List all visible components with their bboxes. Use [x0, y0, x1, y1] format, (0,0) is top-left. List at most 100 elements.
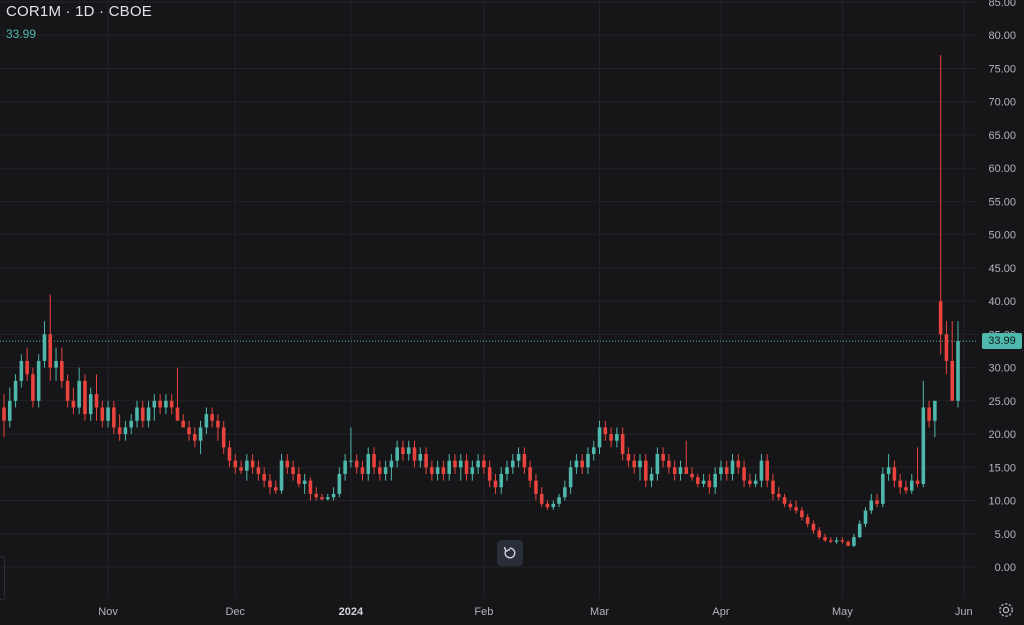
candle: [83, 374, 87, 421]
candle-body: [146, 407, 151, 421]
candle-body: [198, 427, 203, 441]
candle: [626, 447, 631, 468]
price-axis: 85.00 80.00 75.00 70.00 65.00 60.00 55.00 50.00…: [988, 0, 1016, 574]
candle-body: [609, 434, 613, 441]
candle: [713, 467, 717, 494]
candle: [933, 400, 937, 438]
candle: [250, 454, 255, 474]
candle-body: [557, 497, 561, 504]
candle-body: [574, 460, 579, 468]
candle-body: [325, 497, 330, 500]
candle: [545, 500, 550, 510]
candle: [441, 460, 446, 481]
chart-settings-button[interactable]: [996, 600, 1016, 620]
candle-body: [597, 427, 602, 448]
y-tick-label: 65.00: [988, 130, 1016, 142]
candle: [724, 460, 729, 481]
candle: [360, 460, 365, 481]
candle: [834, 537, 839, 544]
y-tick-label: 25.00: [988, 396, 1016, 408]
candle: [123, 420, 128, 441]
candle-body: [516, 454, 521, 461]
candle-body: [511, 460, 515, 468]
candle: [563, 480, 567, 501]
candle-body: [441, 467, 446, 474]
candle: [516, 447, 521, 468]
candle-body: [262, 473, 266, 481]
y-tick-label: 15.00: [988, 462, 1016, 474]
candle: [643, 454, 648, 488]
candlestick-chart[interactable]: 85.00 80.00 75.00 70.00 65.00 60.00 55.00 50.00…: [0, 0, 1024, 623]
candle: [297, 467, 301, 488]
candle: [852, 533, 856, 548]
candle: [476, 454, 480, 474]
candle-body: [245, 460, 249, 471]
candle-body: [724, 467, 729, 474]
candle-body: [372, 454, 376, 468]
candle-body: [730, 460, 735, 474]
candle: [65, 374, 70, 408]
candle: [829, 537, 833, 544]
candle: [164, 394, 168, 415]
candle-body: [528, 467, 532, 481]
candle: [383, 460, 388, 481]
candle: [158, 394, 162, 415]
candle-body: [875, 500, 879, 504]
candle-body: [424, 454, 428, 468]
candle: [389, 454, 394, 481]
candle-body: [204, 414, 209, 428]
candle: [418, 447, 423, 468]
candle-body: [846, 541, 850, 546]
candle: [580, 454, 584, 474]
left-scroll-handle[interactable]: [0, 556, 5, 600]
y-tick-label: 5.00: [995, 529, 1016, 541]
candle: [175, 367, 180, 421]
candle: [823, 533, 827, 542]
candle-body: [742, 467, 746, 481]
candle-body: [117, 427, 122, 435]
x-tick-label: Feb: [474, 606, 493, 618]
candle-body: [800, 510, 804, 518]
candle: [36, 354, 41, 408]
candle-body: [435, 467, 440, 474]
candle-body: [545, 503, 550, 508]
symbol-title[interactable]: COR1M · 1D · CBOE: [6, 3, 152, 20]
candle-body: [915, 480, 920, 484]
candle-body: [638, 460, 642, 468]
candle: [233, 454, 238, 474]
candle-body: [158, 400, 162, 408]
y-tick-label: 0.00: [995, 562, 1016, 574]
candle: [638, 454, 642, 481]
candle: [285, 454, 290, 474]
candle-body: [672, 467, 677, 474]
candle-body: [661, 454, 665, 461]
candle: [447, 454, 451, 481]
candle: [273, 480, 278, 494]
reset-icon: [503, 546, 516, 559]
candle-body: [857, 523, 862, 538]
candle-body: [696, 477, 700, 484]
candle: [661, 447, 665, 468]
candle-body: [181, 420, 186, 428]
y-tick-label: 30.00: [988, 363, 1016, 375]
candle-body: [320, 497, 324, 500]
candle-body: [707, 480, 712, 488]
candle: [401, 440, 405, 461]
candle: [759, 454, 764, 488]
x-tick-label: Apr: [712, 606, 729, 618]
candle-body: [395, 447, 399, 461]
candle-body: [643, 460, 648, 481]
candle-body: [499, 473, 504, 488]
candle-body: [534, 480, 538, 494]
candle-body: [881, 473, 885, 504]
candle: [811, 520, 816, 534]
candle: [701, 473, 706, 488]
candle: [435, 460, 440, 481]
y-tick-label: 20.00: [988, 429, 1016, 441]
reset-chart-button[interactable]: [497, 540, 523, 566]
candle-body: [297, 473, 301, 484]
candle: [927, 400, 931, 428]
candle: [268, 473, 272, 494]
candle: [620, 427, 625, 461]
candle: [31, 367, 35, 408]
